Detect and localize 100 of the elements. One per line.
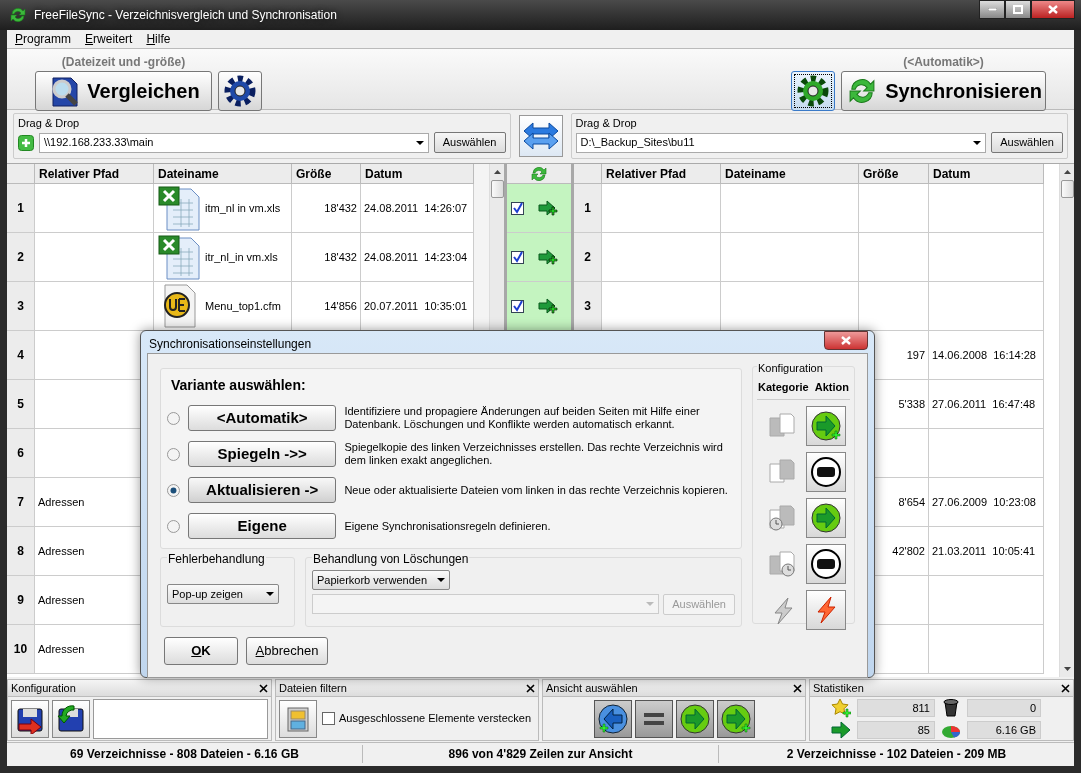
radio-button[interactable] [167, 447, 180, 461]
dropdown-arrow-icon [646, 602, 655, 606]
row-header: 10 [7, 625, 35, 674]
table-cell: 27.06.2009 10:23:08 [929, 478, 1044, 527]
maximize-icon [1013, 5, 1023, 14]
view-filter-button[interactable] [675, 699, 714, 738]
column-header: Kategorie [758, 379, 809, 395]
filter-button[interactable] [279, 699, 317, 738]
sync-settings-button[interactable] [791, 71, 835, 111]
window-title: FreeFileSync - Verzeichnisvergleich und Synchronisation [34, 7, 337, 24]
variant-description: Eigene Synchronisationsregeln definieren. [344, 519, 552, 533]
folder-path-combobox[interactable]: D:\_Backup_Sites\bu11 [575, 132, 987, 153]
close-icon[interactable] [526, 683, 535, 693]
star-plus-icon [831, 697, 851, 718]
checkbox[interactable] [511, 299, 524, 313]
dropdown-value: Pop-up zeigen [172, 586, 244, 602]
row-header: 4 [7, 331, 35, 380]
browse-button[interactable]: Auswählen [433, 132, 506, 153]
variant-description: Neue oder aktualisierte Dateien vom linken in das rechte Verzeichnis kopieren. [344, 483, 729, 497]
close-button[interactable] [1031, 0, 1075, 19]
view-filter-button[interactable] [593, 699, 632, 738]
arrow-plus-icon[interactable] [538, 199, 558, 217]
scrollbar-thumb[interactable] [490, 180, 504, 198]
drag-drop-label: Drag & Drop [575, 116, 637, 131]
file-name: itr_nl_in vm.xls [205, 249, 278, 265]
dropdown-value: Papierkorb verwenden [317, 572, 429, 588]
column-header: Größe [292, 164, 361, 184]
table-cell [859, 233, 929, 282]
view-filter-button[interactable] [634, 699, 673, 738]
add-folder-icon[interactable] [18, 134, 34, 151]
load-button[interactable] [52, 699, 90, 738]
floppy-arrow-icon [56, 703, 86, 734]
dialog-title: Synchronisationseinstellungen [149, 336, 312, 353]
column-header: Aktion [814, 379, 849, 395]
close-icon [841, 336, 851, 345]
radio-button[interactable] [167, 483, 180, 497]
compare-hint: (Dateizeit und -größe) [60, 54, 187, 71]
compare-button[interactable]: Vergleichen [35, 71, 212, 111]
table-cell: 27.06.2011 16:47:48 [929, 380, 1044, 429]
radio-button[interactable] [167, 519, 180, 533]
drag-drop-label: Drag & Drop [18, 116, 80, 131]
variant-button[interactable]: Aktualisieren -> [187, 477, 337, 503]
variant-button[interactable]: Eigene [187, 513, 337, 539]
synchronize-button[interactable]: Synchronisieren [841, 71, 1046, 111]
scrollbar[interactable] [1059, 164, 1074, 677]
settings-icon [222, 73, 258, 109]
table-cell [859, 184, 929, 233]
checkbox[interactable] [511, 201, 524, 215]
maximize-button[interactable] [1005, 0, 1031, 19]
table-cell: 18'432 [292, 184, 361, 233]
error-handling-dropdown[interactable]: Pop-up zeigen [167, 584, 279, 604]
minimize-button[interactable] [979, 0, 1005, 19]
row-header: 8 [7, 527, 35, 576]
column-header: Größe [859, 164, 929, 184]
compare-settings-button[interactable] [218, 71, 262, 111]
menu-item[interactable]: Programm [15, 30, 72, 48]
swap-arrows-icon [522, 122, 559, 150]
browse-button[interactable]: Auswählen [991, 132, 1063, 153]
status-text: 896 von 4'829 Zeilen zur Ansicht [448, 745, 633, 763]
sync-action-button[interactable] [806, 406, 846, 446]
swap-sides-button[interactable] [518, 115, 563, 157]
radio-button[interactable] [167, 411, 180, 425]
close-icon[interactable] [793, 683, 802, 693]
checkbox[interactable] [511, 250, 524, 264]
checkbox-icon[interactable] [322, 712, 335, 725]
variant-button[interactable]: Spiegeln ->> [187, 441, 337, 467]
scrollbar-thumb[interactable] [1060, 180, 1074, 198]
view-filter-button[interactable] [716, 699, 755, 738]
folder-path-combobox[interactable]: \\192.168.233.33\main [39, 132, 429, 153]
folder-path: D:\_Backup_Sites\bu11 [580, 135, 696, 151]
ok-button[interactable]: OK [164, 637, 238, 665]
close-icon[interactable] [1061, 683, 1070, 693]
statistic-value: 0 [967, 698, 1041, 717]
variant-button[interactable]: <Automatik> [187, 405, 337, 431]
cancel-button[interactable]: Abbrechen [246, 637, 328, 665]
save-button[interactable] [11, 699, 49, 738]
statistic-value: 811 [857, 698, 935, 717]
sync-action-button[interactable] [806, 452, 846, 492]
arrow-plus-icon[interactable] [538, 297, 558, 315]
variant-description: Identifiziere und propagiere Änderungen auf beiden Seiten mit Hilfe einer Datenbank. Löschungen und Konflikte werden automatisch erkannt. [344, 405, 701, 431]
close-icon[interactable] [259, 683, 268, 693]
statistic-value: 85 [857, 720, 935, 739]
left-arrow-plus-icon [596, 702, 629, 735]
folder-path: \\192.168.233.33\main [44, 135, 155, 151]
menu-item[interactable]: Hilfe [146, 30, 171, 48]
scroll-up-icon [493, 170, 501, 174]
panel-title: Ansicht auswählen [546, 680, 638, 696]
row-header: 6 [7, 429, 35, 478]
trash-bin-icon [941, 697, 961, 718]
clock-documents-icon [767, 503, 797, 533]
close-button[interactable] [824, 331, 868, 350]
sync-action-button[interactable] [806, 544, 846, 584]
column-header: Dateiname [721, 164, 859, 184]
menu-item[interactable]: Erweitert [85, 30, 133, 48]
dropdown-arrow-icon [973, 140, 982, 145]
row-header: 3 [7, 282, 35, 331]
status-text: 69 Verzeichnisse - 808 Dateien - 6.16 GB [70, 745, 299, 763]
sync-action-button[interactable] [806, 498, 846, 538]
column-header: Datum [929, 164, 1044, 184]
arrow-plus-icon[interactable] [538, 248, 558, 266]
